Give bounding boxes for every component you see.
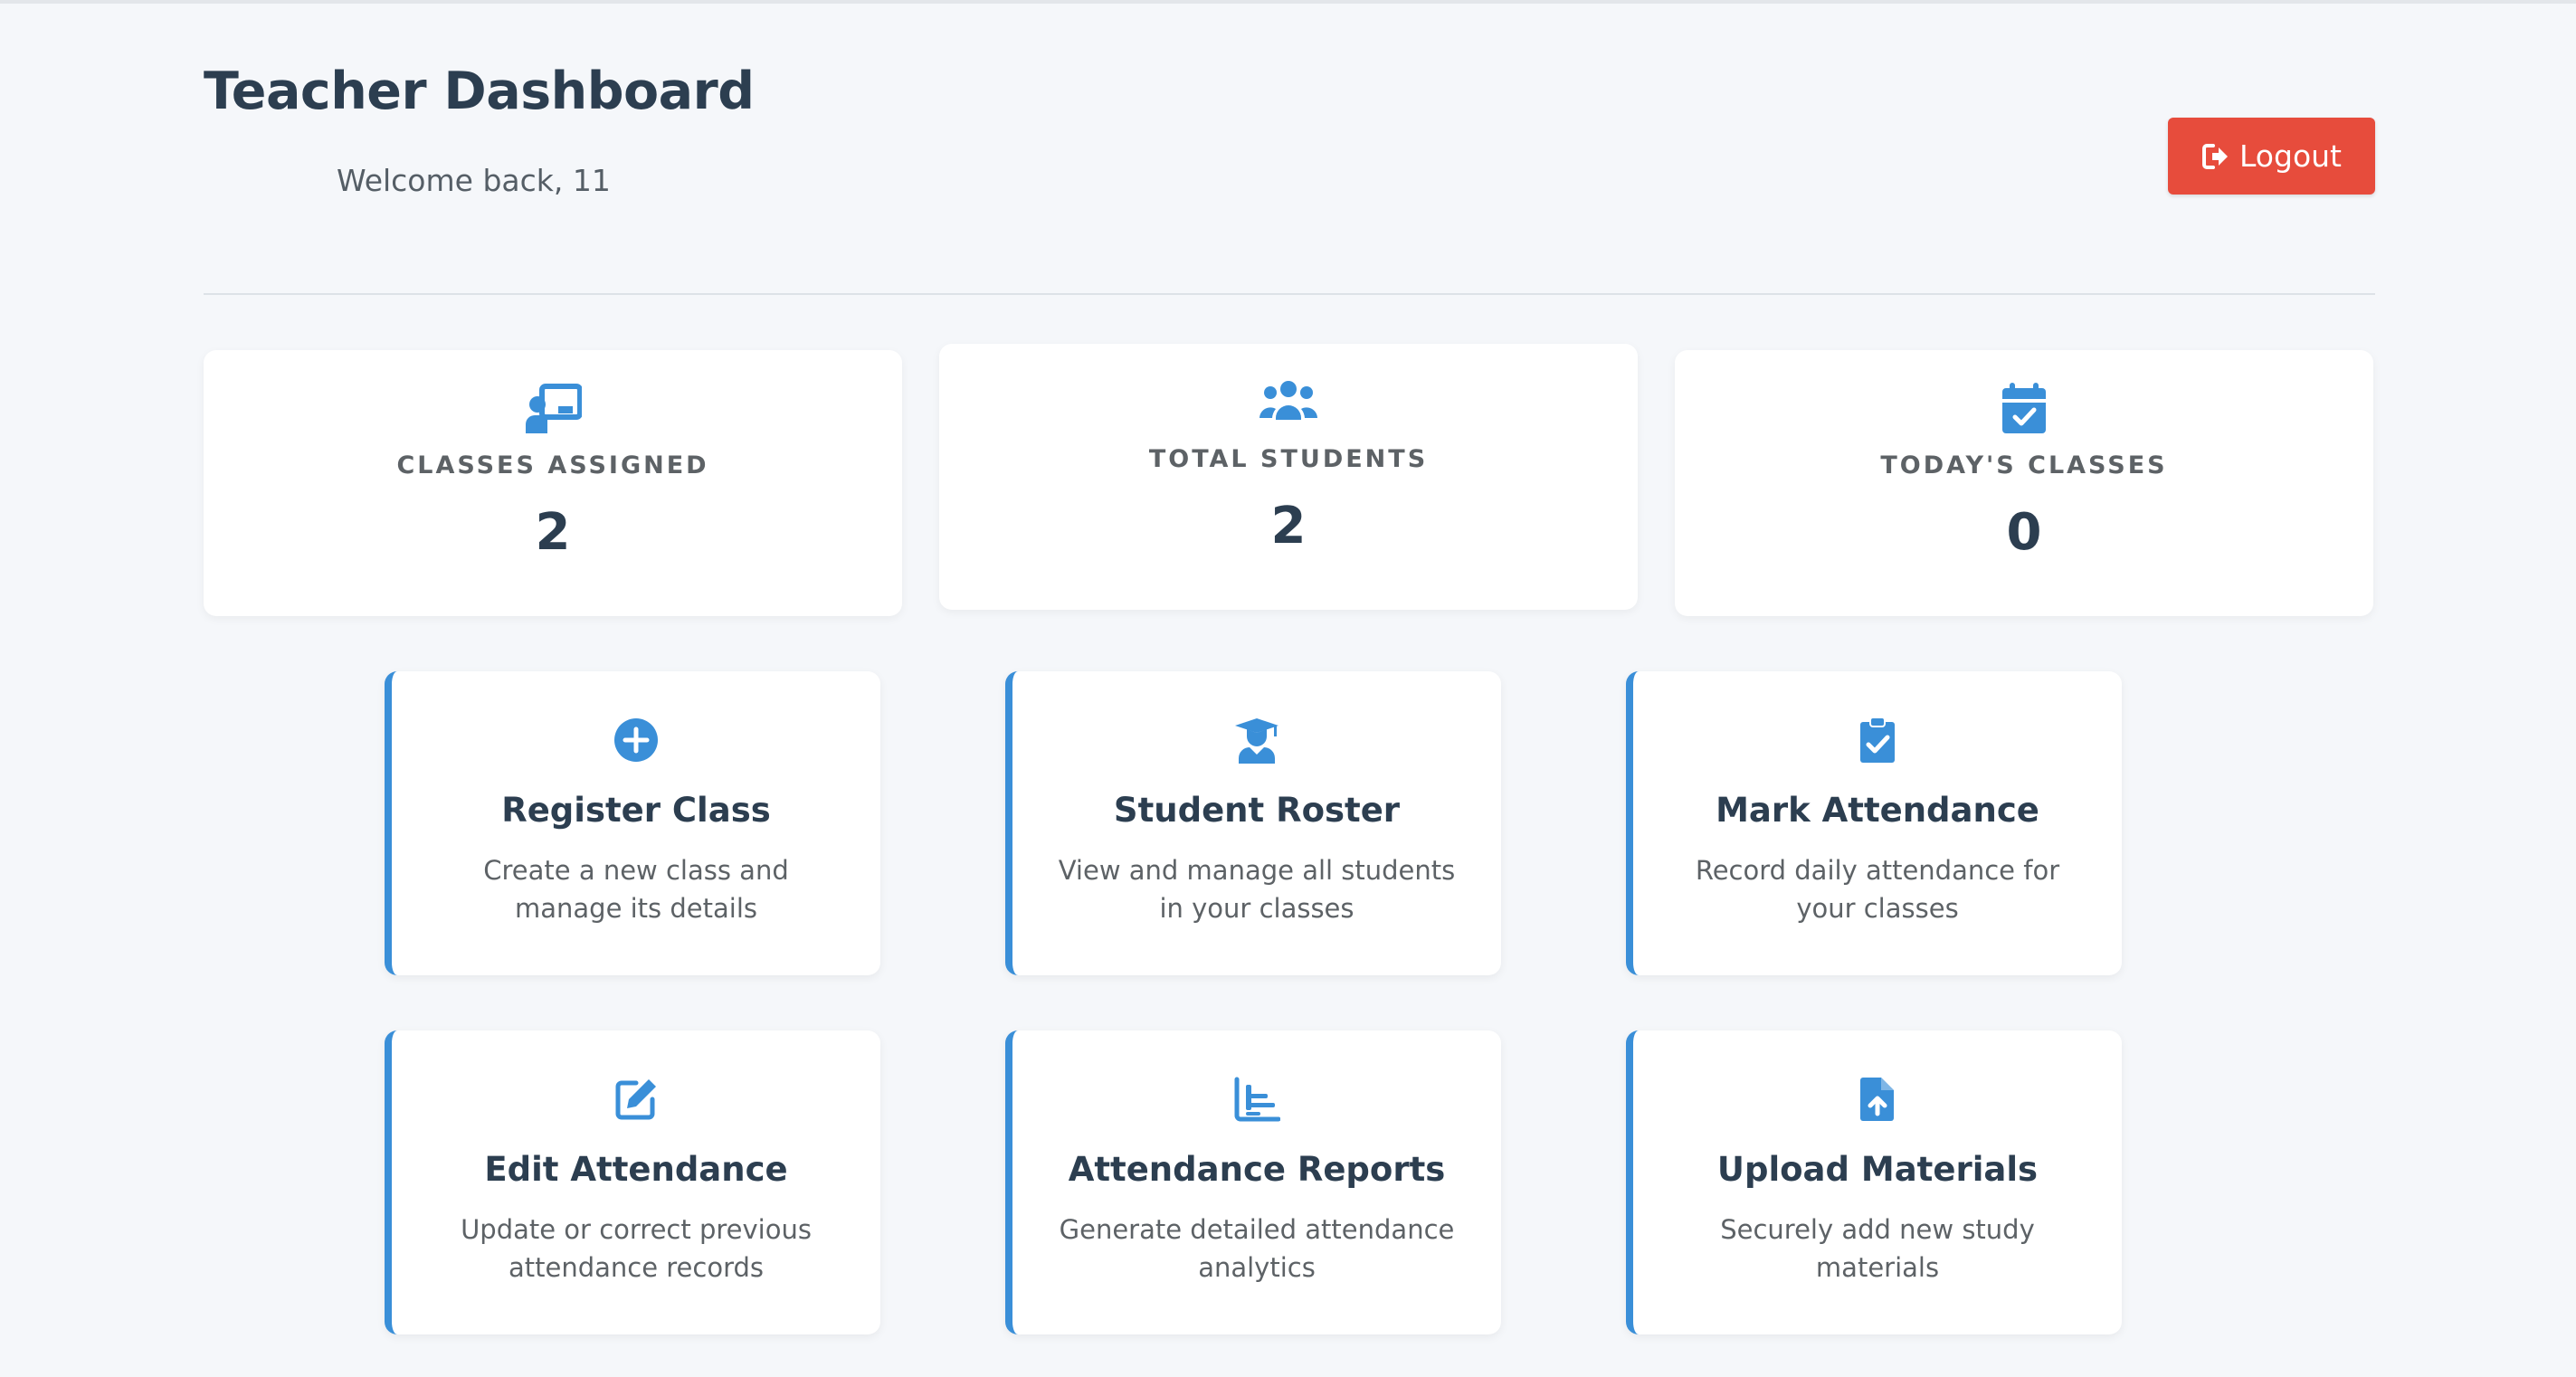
- action-card-upload-materials[interactable]: Upload Materials Securely add new study …: [1626, 1030, 2122, 1334]
- action-card-attendance-reports[interactable]: Attendance Reports Generate detailed att…: [1005, 1030, 1501, 1334]
- logout-button[interactable]: Logout: [2168, 118, 2375, 195]
- stat-card-classes-assigned: CLASSES ASSIGNED 2: [204, 350, 902, 616]
- stat-value: 2: [1270, 497, 1307, 556]
- action-title: Register Class: [501, 791, 771, 830]
- plus-circle-icon: [613, 717, 660, 764]
- action-title: Attendance Reports: [1068, 1150, 1446, 1189]
- page-title: Teacher Dashboard: [204, 62, 755, 121]
- action-card-edit-attendance[interactable]: Edit Attendance Update or correct previo…: [385, 1030, 880, 1334]
- stat-label: TODAY'S CLASSES: [1880, 451, 2168, 480]
- sign-out-icon: [2201, 142, 2230, 171]
- users-icon: [1259, 376, 1317, 429]
- action-description: Securely add new study materials: [1720, 1214, 2035, 1283]
- clipboard-check-icon: [1854, 717, 1901, 764]
- top-border: [0, 0, 2576, 4]
- welcome-message: Welcome back, 11: [337, 163, 611, 198]
- action-description: View and manage all students in your cla…: [1058, 855, 1456, 924]
- edit-icon: [613, 1076, 660, 1123]
- chalkboard-teacher-icon: [524, 383, 582, 435]
- stat-value: 0: [2006, 503, 2042, 562]
- stat-card-total-students: TOTAL STUDENTS 2: [939, 344, 1638, 610]
- header-divider: [204, 293, 2375, 295]
- action-title: Upload Materials: [1716, 1150, 2039, 1189]
- action-description: Create a new class and manage its detail…: [483, 855, 789, 924]
- action-card-student-roster[interactable]: Student Roster View and manage all stude…: [1005, 671, 1501, 975]
- stat-label: TOTAL STUDENTS: [1148, 445, 1429, 473]
- stat-value: 2: [535, 503, 571, 562]
- action-description: Generate detailed attendance analytics: [1059, 1214, 1455, 1283]
- file-upload-icon: [1854, 1076, 1901, 1123]
- calendar-check-icon: [1995, 383, 2053, 435]
- user-graduate-icon: [1233, 717, 1280, 764]
- stat-label: CLASSES ASSIGNED: [396, 451, 709, 480]
- action-card-register-class[interactable]: Register Class Create a new class and ma…: [385, 671, 880, 975]
- logout-label: Logout: [2239, 138, 2342, 174]
- action-title: Mark Attendance: [1716, 791, 2039, 830]
- action-title: Student Roster: [1113, 791, 1401, 830]
- chart-bar-icon: [1233, 1076, 1280, 1123]
- action-card-mark-attendance[interactable]: Mark Attendance Record daily attendance …: [1626, 671, 2122, 975]
- action-description: Update or correct previous attendance re…: [461, 1214, 812, 1283]
- action-title: Edit Attendance: [484, 1150, 788, 1189]
- action-description: Record daily attendance for your classes: [1695, 855, 2060, 924]
- stat-card-todays-classes: TODAY'S CLASSES 0: [1675, 350, 2373, 616]
